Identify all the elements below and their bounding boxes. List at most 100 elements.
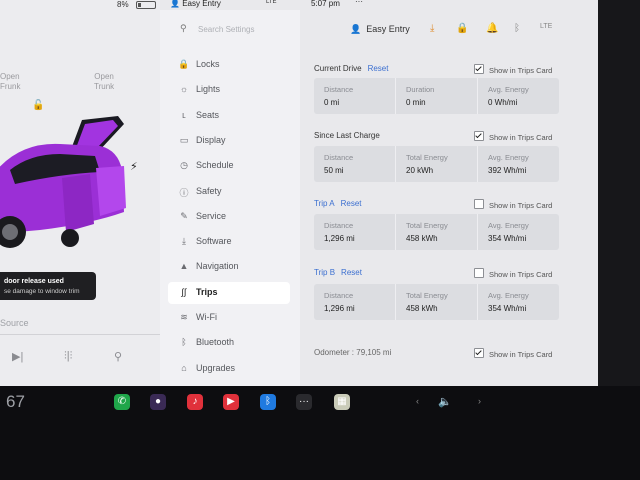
cabin-temperature[interactable]: 67 (6, 392, 25, 412)
trip-b-title: Trip B Reset (314, 268, 362, 277)
since-last-charge-show-in-trips-checkbox[interactable]: Show in Trips Card (474, 131, 552, 142)
checkbox-label: Show in Trips Card (489, 270, 553, 279)
sidebar-item-wi-fi[interactable]: ≋ Wi-Fi (168, 307, 290, 329)
stat-cell: Total Energy 20 kWh (395, 146, 477, 182)
sidebar-item-lights[interactable]: ☼ Lights (168, 79, 290, 101)
trip-b-reset-button[interactable]: Reset (341, 268, 362, 277)
trip-a-show-in-trips-checkbox[interactable]: Show in Trips Card (474, 199, 552, 210)
open-frunk-button[interactable]: Open Frunk (0, 72, 20, 92)
stat-value: 0 Wh/mi (488, 98, 518, 107)
checkbox-label: Show in Trips Card (489, 201, 553, 210)
door-release-alert[interactable]: door release used se damage to window tr… (0, 272, 96, 300)
stat-label: Total Energy (406, 221, 448, 230)
car-model-image (0, 116, 126, 248)
checkbox-checked[interactable] (474, 64, 484, 74)
trip-a-reset-button[interactable]: Reset (341, 199, 362, 208)
search-input[interactable] (198, 23, 294, 36)
trip-b-show-in-trips-checkbox[interactable]: Show in Trips Card (474, 268, 552, 279)
notification-icon[interactable]: 🔔 (486, 23, 498, 34)
stat-cell: Distance 1,296 mi (314, 214, 395, 250)
calendar-icon[interactable]: ▦ (334, 394, 350, 410)
navigation-icon: ▲ (179, 261, 189, 272)
content-header: 👤 Easy Entry ⤓ 🔒 🔔 ᛒ LTE (300, 10, 598, 50)
media-divider (0, 334, 160, 335)
display-icon: ▭ (179, 134, 189, 145)
volume-up-icon[interactable]: › (478, 396, 481, 406)
volume-icon[interactable]: 🔈 (438, 395, 452, 408)
next-track-icon[interactable]: ▶| (12, 350, 23, 363)
search-bar[interactable]: ⚲ (160, 20, 300, 40)
lock-icon: 🔒 (178, 59, 190, 69)
current-drive-title: Current Drive Reset (314, 64, 389, 73)
stat-cell: Total Energy 458 kWh (395, 214, 477, 250)
current-drive-reset-button[interactable]: Reset (368, 64, 389, 73)
sidebar-item-upgrades[interactable]: ⌂ Upgrades (168, 358, 290, 380)
open-trunk-button[interactable]: Open Trunk (94, 72, 114, 92)
sidebar-item-service[interactable]: ✎ Service (168, 206, 290, 228)
sidebar-item-label: Lights (196, 84, 221, 95)
stat-label: Distance (324, 153, 354, 162)
sidebar-item-label: Bluetooth (196, 337, 235, 348)
checkbox-unchecked[interactable] (474, 268, 484, 278)
trips-content: Current Drive Reset Show in Trips Card Di… (300, 52, 598, 386)
stat-value: 354 Wh/mi (488, 304, 527, 313)
more-icon[interactable]: ··· (296, 394, 312, 410)
stat-cell: Avg. Energy 0 Wh/mi (477, 78, 559, 114)
checkbox-checked[interactable] (474, 348, 484, 358)
stat-value: 0 min (406, 98, 426, 107)
more-icon[interactable]: ··· (355, 0, 363, 6)
unlock-icon[interactable]: 🔓 (32, 100, 44, 111)
seat-icon: ʟ (182, 109, 186, 120)
trip-b-card: Distance 1,296 mi Total Energy 458 kWh Avg… (314, 284, 559, 320)
volume-down-icon[interactable]: ‹ (416, 396, 419, 406)
stat-label: Distance (324, 85, 354, 94)
sidebar-item-schedule[interactable]: ◷ Schedule (168, 155, 290, 177)
media-play-icon[interactable]: ▶ (223, 394, 239, 410)
wrench-icon: ✎ (180, 210, 188, 221)
profile-icon: 👤 (350, 24, 362, 34)
battery-icon (136, 1, 156, 9)
sidebar-item-trips[interactable]: ∫∫ Trips (168, 281, 290, 304)
phone-icon[interactable]: ✆ (114, 394, 130, 410)
profile-button[interactable]: 👤 Easy Entry (350, 24, 410, 35)
sidebar-item-bluetooth[interactable]: ᛒ Bluetooth (168, 332, 290, 354)
stat-cell: Avg. Energy 354 Wh/mi (477, 214, 559, 250)
equalizer-icon[interactable]: ⫶|⫶ (64, 350, 72, 363)
current-drive-show-in-trips-checkbox[interactable]: Show in Trips Card (474, 64, 552, 75)
sidebar-item-label: Locks (196, 59, 220, 69)
stat-label: Total Energy (406, 153, 448, 162)
profile-label: Easy Entry (366, 24, 410, 34)
bluetooth-icon[interactable]: ᛒ (514, 23, 520, 34)
clock: 5:07 pm (311, 0, 340, 8)
stat-label: Avg. Energy (488, 221, 529, 230)
trip-a-card: Distance 1,296 mi Total Energy 458 kWh Avg… (314, 214, 559, 250)
sidebar-item-label: Service (196, 210, 227, 221)
sidebar-item-locks[interactable]: 🔒 Locks (168, 54, 290, 76)
stat-cell: Distance 50 mi (314, 146, 395, 182)
sidebar-item-software[interactable]: ⤓ Software (168, 231, 290, 253)
status-profile[interactable]: 👤 Easy Entry (170, 0, 221, 8)
sidebar-item-safety[interactable]: ⓘ Safety (168, 181, 290, 203)
media-source-label[interactable]: Source (0, 318, 29, 328)
music-icon[interactable]: ♪ (187, 394, 203, 410)
odometer-show-in-trips-checkbox[interactable]: Show in Trips Card (474, 348, 552, 359)
stat-value: 392 Wh/mi (488, 166, 527, 175)
stat-value: 50 mi (324, 166, 344, 175)
stat-value: 1,296 mi (324, 304, 355, 313)
screen-bezel (598, 0, 640, 386)
sidebar-item-label: Navigation (196, 261, 239, 272)
lock-icon[interactable]: 🔒 (456, 23, 468, 34)
stat-label: Avg. Energy (488, 291, 529, 300)
media-search-icon[interactable]: ⚲ (114, 350, 122, 363)
checkbox-unchecked[interactable] (474, 199, 484, 209)
sidebar-item-display[interactable]: ▭ Display (168, 130, 290, 152)
bluetooth-app-icon[interactable]: ᛒ (260, 394, 276, 410)
sidebar-item-label: Display (196, 134, 226, 145)
trips-icon: ∫∫ (181, 286, 187, 297)
camera-icon[interactable]: ● (150, 394, 166, 410)
software-update-icon[interactable]: ⤓ (430, 23, 434, 34)
sidebar-item-seats[interactable]: ʟ Seats (168, 105, 290, 127)
checkbox-checked[interactable] (474, 131, 484, 141)
taskbar: 67 ✆ ● ♪ ▶ ᛒ ··· ▦ ‹ 🔈 › (0, 386, 640, 480)
sidebar-item-navigation[interactable]: ▲ Navigation (168, 256, 290, 278)
